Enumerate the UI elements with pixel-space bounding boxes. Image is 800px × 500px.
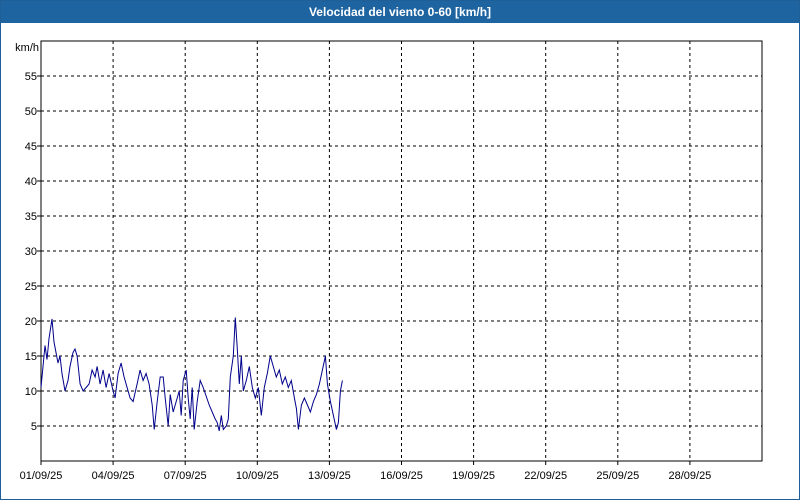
y-tick-label: 35 <box>25 211 37 223</box>
y-tick-label: 25 <box>25 281 37 293</box>
grid-lines <box>41 41 762 461</box>
chart-window: Velocidad del viento 0-60 [km/h] 5 10 15 20… <box>0 0 800 500</box>
y-tick-label: 20 <box>25 316 37 328</box>
x-tick-label: 10/09/25 <box>236 470 279 482</box>
y-tick-label: 50 <box>25 106 37 118</box>
x-tick-label: 16/09/25 <box>380 470 423 482</box>
x-tick-label: 25/09/25 <box>596 470 639 482</box>
y-tick-label: 10 <box>25 386 37 398</box>
y-tick-label: 30 <box>25 246 37 258</box>
x-tick-label: 13/09/25 <box>308 470 351 482</box>
y-tick-label: 15 <box>25 351 37 363</box>
y-axis: 5 10 15 20 25 30 35 40 45 50 55 <box>25 71 41 433</box>
y-axis-label: km/h <box>15 42 39 54</box>
x-tick-label: 04/09/25 <box>92 470 135 482</box>
y-tick-label: 45 <box>25 141 37 153</box>
x-tick-label: 01/09/25 <box>20 470 63 482</box>
x-tick-label: 19/09/25 <box>452 470 495 482</box>
x-tick-label: 07/09/25 <box>164 470 207 482</box>
series-line-wind-speed <box>40 317 343 432</box>
y-tick-label: 5 <box>31 421 37 433</box>
y-tick-label: 55 <box>25 71 37 83</box>
y-tick-label: 40 <box>25 176 37 188</box>
x-axis: 01/09/25 04/09/25 07/09/25 10/09/25 13/09/25… <box>20 461 711 482</box>
x-tick-label: 28/09/25 <box>668 470 711 482</box>
x-tick-label: 22/09/25 <box>524 470 567 482</box>
wind-speed-chart: 5 10 15 20 25 30 35 40 45 50 55 01/09/25 04/09/25 07… <box>15 40 763 482</box>
